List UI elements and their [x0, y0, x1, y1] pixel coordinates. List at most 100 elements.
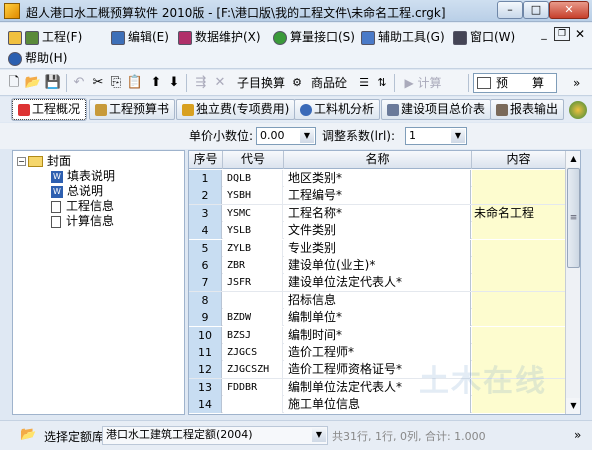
header-code[interactable]: 代号	[223, 151, 284, 169]
cut-icon[interactable]: ✂	[90, 73, 106, 93]
coef-label: 调整系数(lrl):	[322, 129, 396, 143]
scroll-up-icon[interactable]: ▲	[566, 151, 580, 167]
row-content[interactable]	[472, 326, 565, 344]
menu-tools[interactable]: 辅助工具(G)	[361, 27, 445, 47]
menu-project[interactable]: 工程(F)	[8, 27, 82, 47]
row-content[interactable]	[472, 239, 565, 257]
table-row[interactable]: 2 YSBH 工程编号*	[189, 187, 565, 205]
document-icon	[51, 215, 61, 228]
mdi-minimize-button[interactable]: _	[536, 27, 552, 41]
decimal-select[interactable]: 0.00 ▼	[256, 127, 316, 145]
row-content[interactable]: 未命名工程	[472, 204, 565, 222]
scroll-thumb[interactable]: ≡	[567, 168, 580, 268]
header-content[interactable]: 内容	[472, 151, 565, 169]
vertical-scrollbar[interactable]: ▲ ≡ ▼	[565, 151, 580, 414]
row-code: YSMC	[223, 204, 283, 222]
header-name[interactable]: 名称	[284, 151, 472, 169]
row-content[interactable]	[472, 257, 565, 274]
help-icon	[8, 51, 22, 66]
table-row[interactable]: 1 DQLB 地区类别*	[189, 170, 565, 188]
new-icon[interactable]: 🗋	[6, 73, 22, 93]
menu-data-maintenance[interactable]: 数据维护(X)	[178, 27, 261, 47]
tab-material-analysis[interactable]: 工料机分析	[294, 99, 381, 120]
tab-budget-book[interactable]: 工程预算书	[89, 99, 176, 120]
row-content[interactable]	[472, 222, 565, 240]
row-name: 地区类别*	[284, 170, 471, 187]
close-button[interactable]: ✕	[549, 1, 589, 19]
globe-icon[interactable]	[569, 101, 587, 119]
table-row[interactable]: 9 BZDW 编制单位*	[189, 309, 565, 327]
toolbar-overflow-button[interactable]: »	[573, 73, 587, 93]
open-icon[interactable]: 📂	[24, 73, 42, 93]
minimize-button[interactable]: –	[497, 1, 523, 19]
undo-icon[interactable]: ↶	[71, 73, 87, 93]
paste-icon[interactable]: 📋	[126, 73, 144, 93]
tab-independent-fee[interactable]: 独立费(专项费用)	[176, 99, 296, 120]
tab-label: 工程概况	[32, 102, 81, 116]
move-down-icon[interactable]: ⬇	[166, 73, 182, 93]
tab-project-overview[interactable]: 工程概况	[10, 98, 88, 121]
gear-icon: ⚙	[292, 76, 302, 89]
table-row[interactable]: 7 JSFR 建设单位法定代表人*	[189, 274, 565, 292]
tree-node-project-info[interactable]: 工程信息	[51, 199, 114, 214]
save-icon[interactable]: 💾	[44, 73, 62, 93]
sub-item-conversion-button[interactable]: 子目换算	[232, 73, 290, 93]
tab-label: 独立费(专项费用)	[196, 102, 290, 116]
sort-icon[interactable]: ⇅	[374, 73, 390, 93]
coef-value: 1	[409, 129, 416, 142]
table-row[interactable]: 4 YSLB 文件类别	[189, 222, 565, 240]
scroll-down-icon[interactable]: ▼	[566, 398, 580, 414]
row-number: 11	[189, 344, 222, 361]
menu-help[interactable]: 帮助(H)	[8, 48, 67, 68]
row-name: 文件类别	[284, 222, 471, 240]
tree-node-fill-instructions[interactable]: W 填表说明	[51, 169, 115, 184]
row-content[interactable]	[472, 187, 565, 205]
database-icon	[178, 30, 192, 45]
header-no[interactable]: 序号	[189, 151, 223, 169]
collapse-icon[interactable]: −	[17, 157, 26, 166]
separator	[186, 74, 187, 92]
mdi-restore-button[interactable]: ❐	[554, 27, 570, 41]
select-quota-button[interactable]: 选择定额库	[44, 428, 104, 445]
menu-edit[interactable]: 编辑(E)	[111, 27, 169, 47]
table-row[interactable]: 5 ZYLB 专业类别	[189, 239, 565, 257]
tab-report-output[interactable]: 报表输出	[490, 99, 565, 120]
tree-node-general-instructions[interactable]: W 总说明	[51, 184, 103, 199]
row-content[interactable]	[472, 274, 565, 292]
menu-label: 算量接口(S)	[290, 30, 355, 44]
status-bar: 📂 选择定额库 港口水工建筑工程定额(2004) ▼ 共31行, 1行, 0列, …	[0, 420, 592, 450]
chevron-down-icon[interactable]: »	[574, 428, 581, 442]
quota-library-select[interactable]: 港口水工建筑工程定额(2004) ▼	[102, 426, 328, 445]
tools-icon	[361, 30, 375, 45]
copy-icon[interactable]: ⎘	[108, 73, 124, 93]
insert-icon[interactable]: ⇶	[192, 73, 210, 93]
table-row[interactable]: 10 BZSJ 编制时间*	[189, 326, 565, 344]
row-code: DQLB	[223, 170, 283, 187]
row-number: 2	[189, 187, 222, 205]
tree-node-calc-info[interactable]: 计算信息	[51, 214, 114, 229]
move-up-icon[interactable]: ⬆	[148, 73, 164, 93]
delete-icon[interactable]: ✕	[212, 73, 228, 93]
row-name: 工程名称*	[284, 204, 471, 222]
row-number: 7	[189, 274, 222, 292]
mdi-close-button[interactable]: ✕	[572, 27, 588, 41]
maximize-button[interactable]: □	[523, 1, 549, 19]
row-content[interactable]	[472, 309, 565, 327]
indent-icon[interactable]: ☰	[356, 73, 372, 93]
row-code: FDDBR	[223, 378, 283, 396]
info-grid: 序号 代号 名称 内容 1 DQLB 地区类别* 2 YSBH 工程编号* 3 YSMC 工程名…	[188, 150, 581, 415]
tree-node-cover[interactable]: − 封面	[17, 154, 71, 169]
table-row[interactable]: 8 招标信息	[189, 291, 565, 309]
commercial-concrete-button[interactable]: 商品砼	[305, 73, 353, 93]
row-content[interactable]	[472, 291, 565, 309]
tab-total-price[interactable]: 建设项目总价表	[381, 99, 492, 120]
table-row[interactable]: 6 ZBR 建设单位(业主)*	[189, 257, 565, 275]
menu-window[interactable]: 窗口(W)	[453, 27, 515, 47]
tab-label: 工料机分析	[314, 102, 375, 116]
row-content[interactable]	[472, 170, 565, 187]
table-row[interactable]: 3 YSMC 工程名称* 未命名工程	[189, 204, 565, 222]
calculate-button[interactable]: ▶ 计算	[400, 73, 446, 93]
menu-quantity-interface[interactable]: 算量接口(S)	[273, 27, 355, 47]
coef-select[interactable]: 1 ▼	[405, 127, 467, 145]
arrow-icon	[273, 30, 287, 45]
